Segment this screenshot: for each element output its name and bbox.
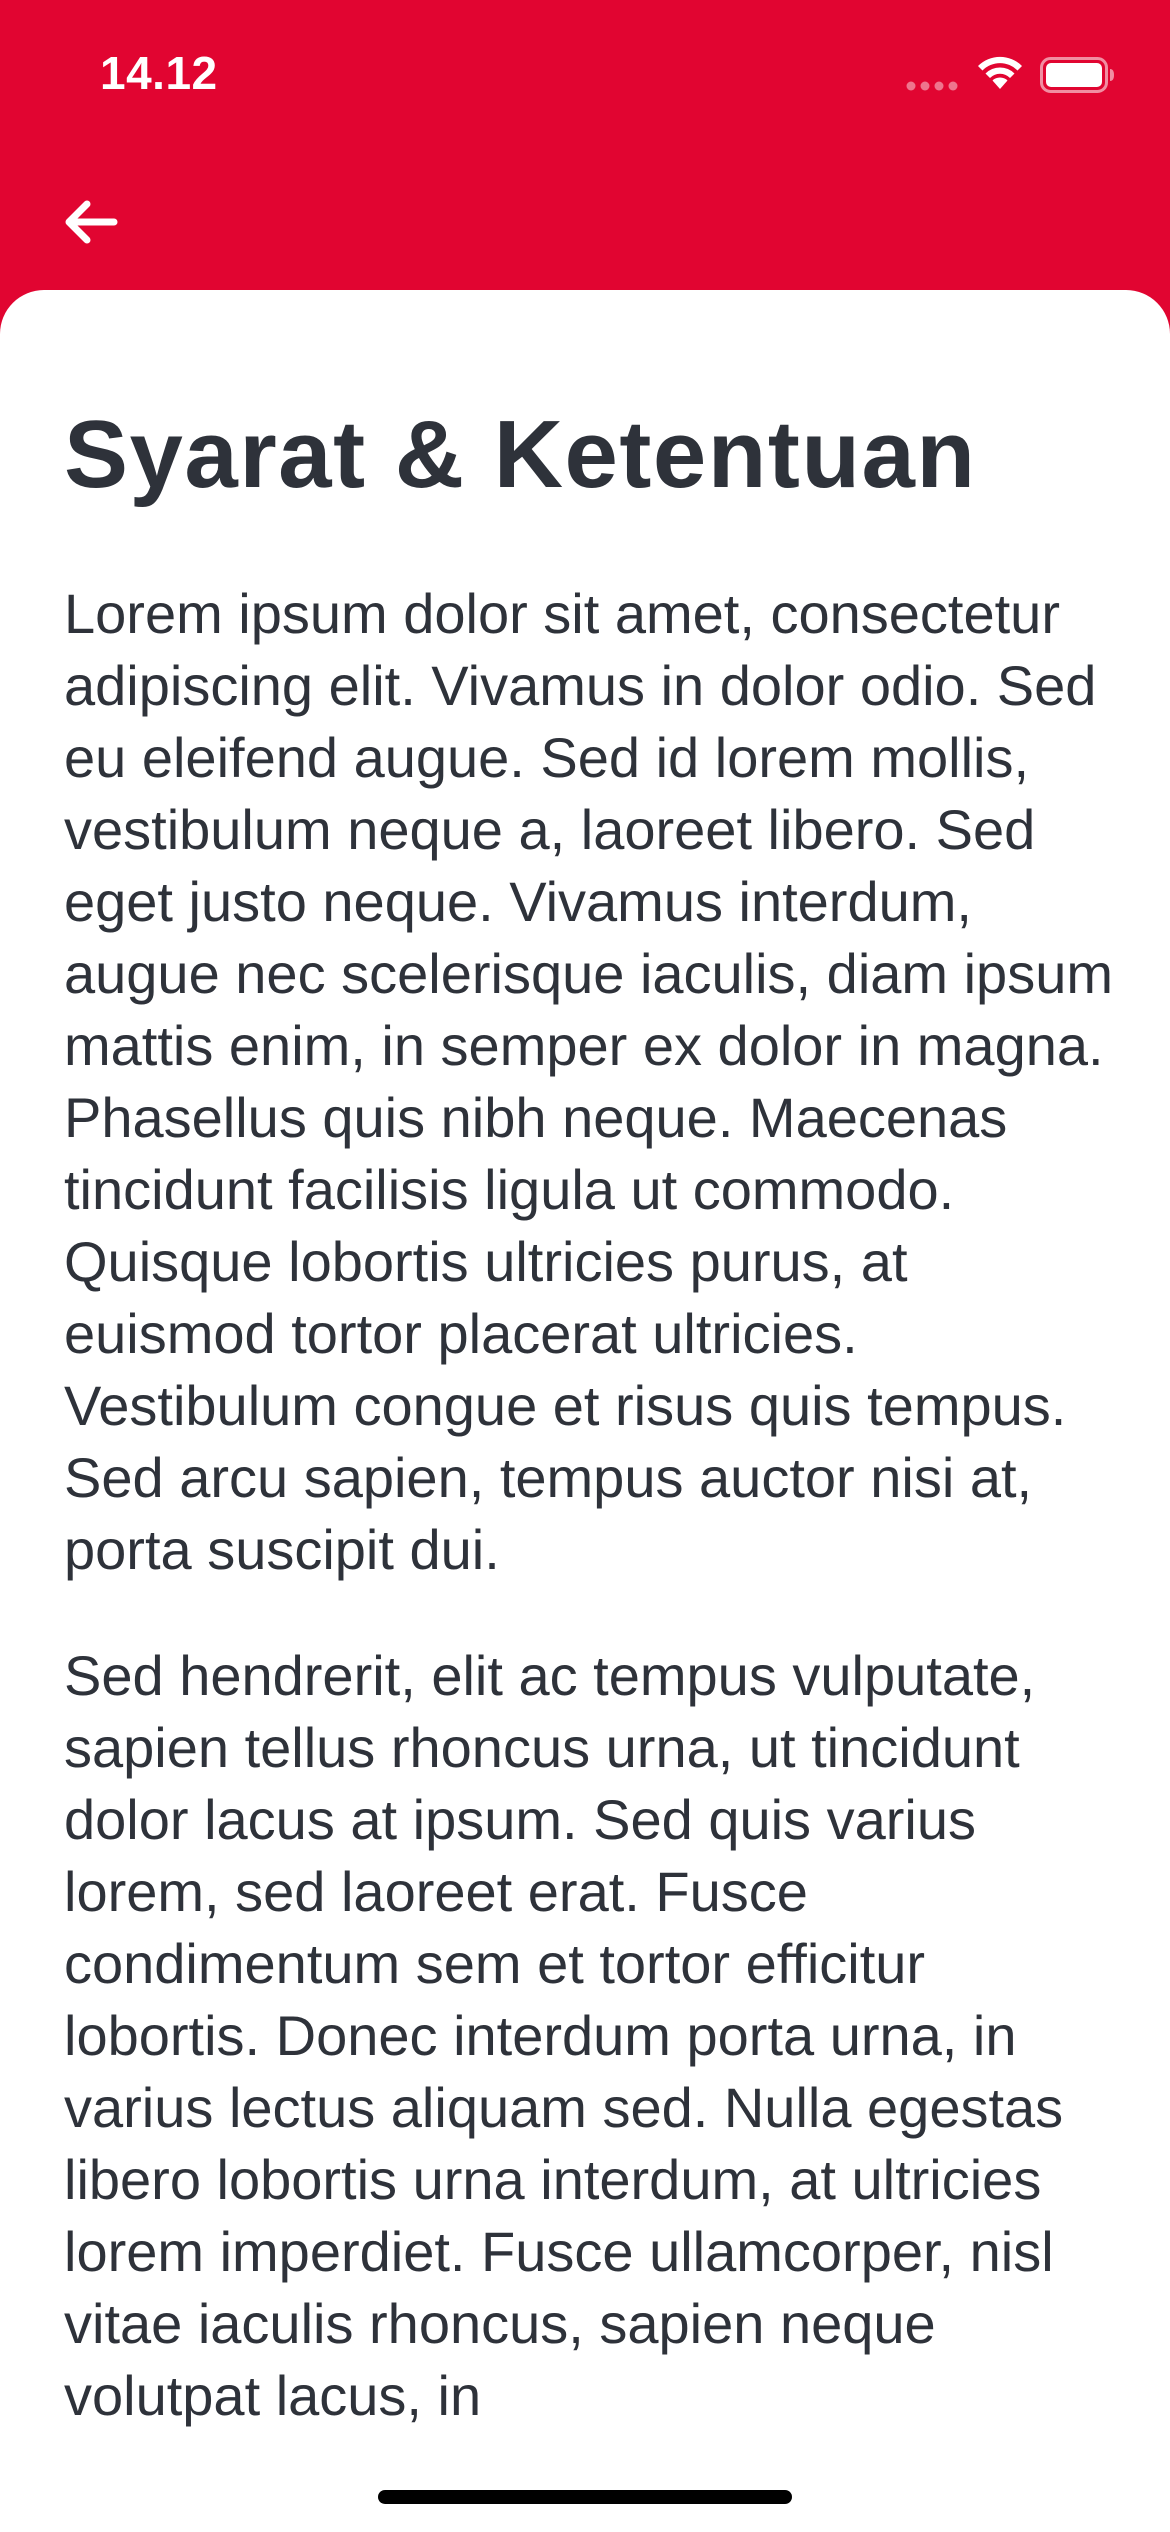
- terms-paragraph: Sed hendrerit, elit ac tempus vulputate,…: [64, 1644, 1064, 2427]
- arrow-left-icon: [65, 200, 118, 244]
- terms-body: Lorem ipsum dolor sit amet, consectetur …: [64, 578, 1114, 2486]
- content-card: Syarat & Ketentuan Lorem ipsum dolor sit…: [0, 290, 1170, 2532]
- terms-paragraph: Lorem ipsum dolor sit amet, consectetur …: [64, 582, 1113, 1581]
- battery-icon: [1040, 57, 1114, 93]
- status-bar: 14.12: [0, 0, 1170, 150]
- cellular-signal-icon: [906, 81, 958, 91]
- home-indicator[interactable]: [378, 2490, 792, 2504]
- page-title: Syarat & Ketentuan: [64, 401, 977, 508]
- header-nav: [0, 150, 1170, 290]
- wifi-icon: [978, 56, 1022, 89]
- back-button[interactable]: [48, 180, 132, 264]
- status-time: 14.12: [100, 47, 218, 99]
- terms-screen: 14.12 Syarat & Ketentuan Lorem ipsum dol…: [0, 0, 1170, 2532]
